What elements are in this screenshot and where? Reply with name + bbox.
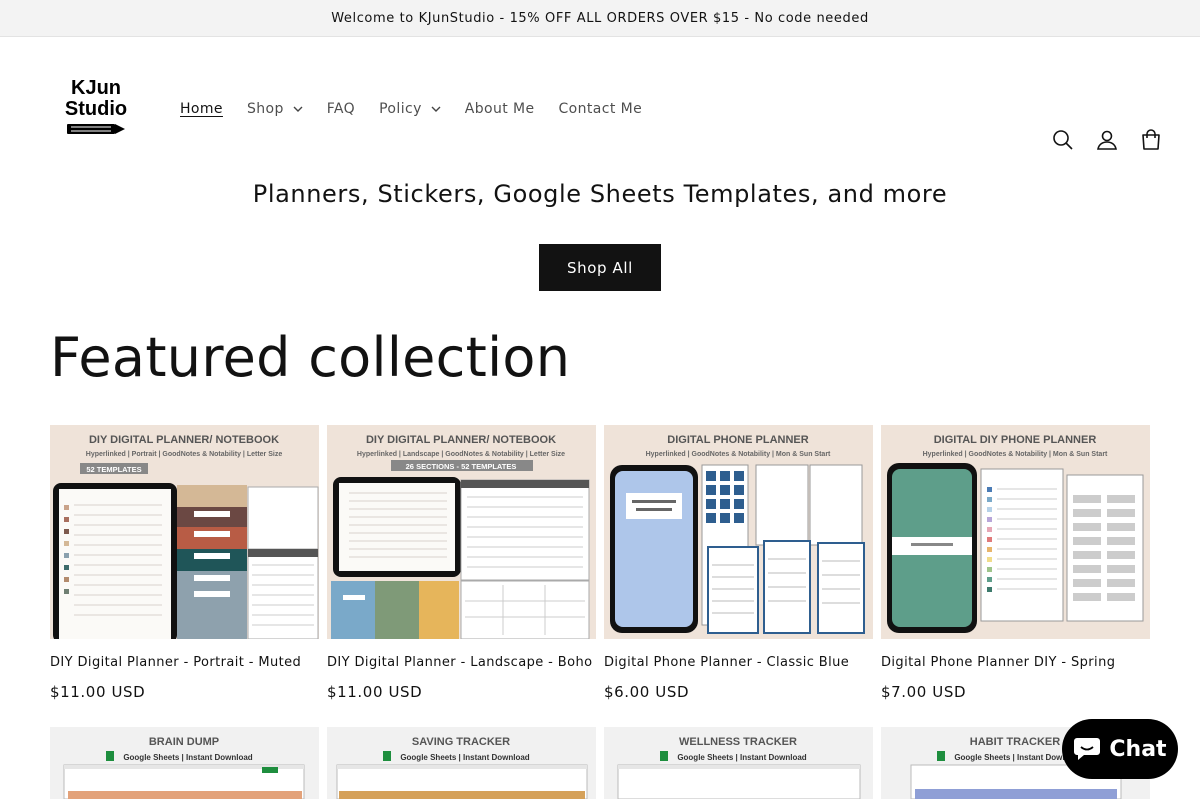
thumb-sub: Google Sheets | Instant Download: [400, 753, 529, 762]
announcement-bar: Welcome to KJunStudio - 15% OFF ALL ORDE…: [0, 0, 1200, 37]
nav-item-policy[interactable]: Policy: [367, 97, 453, 121]
thumb-banner: WELLNESS TRACKER: [679, 736, 797, 748]
chat-button[interactable]: Chat: [1062, 719, 1178, 779]
thumb-sub: Hyperlinked | GoodNotes & Notability | M…: [646, 451, 831, 458]
thumb-banner: DIGITAL DIY PHONE PLANNER: [934, 434, 1097, 446]
product-card[interactable]: DIGITAL PHONE PLANNER Hyperlinked | Good…: [604, 425, 873, 701]
product-image[interactable]: DIY DIGITAL PLANNER/ NOTEBOOK Hyperlinke…: [50, 425, 319, 639]
thumb-sub: Hyperlinked | Portrait | GoodNotes & Not…: [86, 451, 283, 458]
nav-label: About Me: [464, 101, 535, 117]
product-image[interactable]: WELLNESS TRACKER Google Sheets | Instant…: [604, 727, 873, 799]
product-card[interactable]: DIGITAL DIY PHONE PLANNER Hyperlinked | …: [881, 425, 1150, 701]
nav-item-about[interactable]: About Me: [453, 97, 547, 121]
site-header: KJun Studio Home Shop FAQ Policy About M…: [0, 37, 1200, 181]
pencil-icon: [67, 124, 125, 134]
thumb-tag: 26 SECTIONS - 52 TEMPLATES: [406, 462, 517, 471]
product-title[interactable]: Digital Phone Planner - Classic Blue: [604, 655, 873, 670]
logo-line-1: KJun: [71, 77, 121, 99]
product-title[interactable]: DIY Digital Planner - Landscape - Boho: [327, 655, 596, 670]
chevron-down-icon: [293, 106, 303, 112]
product-title[interactable]: DIY Digital Planner - Portrait - Muted: [50, 655, 319, 670]
shop-all-button[interactable]: Shop All: [539, 244, 661, 291]
product-card[interactable]: DIY DIGITAL PLANNER/ NOTEBOOK Hyperlinke…: [327, 425, 596, 701]
nav-item-faq[interactable]: FAQ: [315, 97, 367, 121]
hero-subtitle: Planners, Stickers, Google Sheets Templa…: [252, 180, 948, 208]
product-image[interactable]: DIY DIGITAL PLANNER/ NOTEBOOK Hyperlinke…: [327, 425, 596, 639]
product-price: $7.00 USD: [881, 683, 967, 701]
product-card[interactable]: SAVING TRACKER Google Sheets | Instant D…: [327, 727, 596, 799]
chat-bubble-icon: [1074, 738, 1101, 760]
nav-item-contact[interactable]: Contact Me: [547, 97, 655, 121]
product-card[interactable]: BRAIN DUMP Google Sheets | Instant Downl…: [50, 727, 319, 799]
cart-icon[interactable]: [1136, 125, 1166, 155]
product-card[interactable]: WELLNESS TRACKER Google Sheets | Instant…: [604, 727, 873, 799]
product-title[interactable]: Digital Phone Planner DIY - Spring: [881, 655, 1150, 670]
thumb-banner: DIGITAL PHONE PLANNER: [667, 434, 808, 446]
thumb-sub: Hyperlinked | GoodNotes & Notability | M…: [923, 451, 1108, 458]
logo-line-2: Studio: [64, 98, 128, 120]
product-price: $11.00 USD: [327, 683, 423, 701]
product-image[interactable]: DIGITAL DIY PHONE PLANNER Hyperlinked | …: [881, 425, 1150, 639]
sheets-icon: [106, 751, 114, 761]
product-grid: DIY DIGITAL PLANNER/ NOTEBOOK Hyperlinke…: [50, 425, 1150, 799]
thumb-sub: Google Sheets | Instant Download: [123, 753, 252, 762]
nav-item-home[interactable]: Home: [168, 97, 235, 121]
chevron-down-icon: [431, 106, 441, 112]
thumb-sub: Hyperlinked | Landscape | GoodNotes & No…: [357, 451, 565, 458]
nav-item-shop[interactable]: Shop: [235, 97, 315, 121]
product-price: $11.00 USD: [50, 683, 146, 701]
chat-label: Chat: [1109, 736, 1167, 762]
nav-label: Home: [180, 101, 223, 117]
nav-label: Policy: [379, 101, 422, 117]
featured-collection-title: Featured collection: [50, 326, 571, 389]
main-nav: Home Shop FAQ Policy About Me Contact Me: [168, 97, 654, 121]
nav-label: Shop: [246, 101, 284, 117]
product-card[interactable]: DIY DIGITAL PLANNER/ NOTEBOOK Hyperlinke…: [50, 425, 319, 701]
search-icon[interactable]: [1048, 125, 1078, 155]
thumb-banner: HABIT TRACKER: [970, 736, 1060, 748]
account-icon[interactable]: [1092, 125, 1122, 155]
thumb-banner: BRAIN DUMP: [149, 736, 219, 748]
product-image[interactable]: SAVING TRACKER Google Sheets | Instant D…: [327, 727, 596, 799]
nav-label: FAQ: [326, 101, 356, 117]
product-price: $6.00 USD: [604, 683, 690, 701]
logo[interactable]: KJun Studio: [60, 78, 132, 136]
thumb-banner: DIY DIGITAL PLANNER/ NOTEBOOK: [89, 434, 279, 446]
thumb-sub: Google Sheets | Instant Download: [677, 753, 806, 762]
thumb-banner: DIY DIGITAL PLANNER/ NOTEBOOK: [366, 434, 556, 446]
product-image[interactable]: BRAIN DUMP Google Sheets | Instant Downl…: [50, 727, 319, 799]
product-image[interactable]: DIGITAL PHONE PLANNER Hyperlinked | Good…: [604, 425, 873, 639]
thumb-banner: SAVING TRACKER: [412, 736, 510, 748]
thumb-tag: 52 TEMPLATES: [86, 465, 141, 474]
announcement-text: Welcome to KJunStudio - 15% OFF ALL ORDE…: [331, 10, 869, 26]
header-icons: [1048, 125, 1166, 155]
nav-label: Contact Me: [558, 101, 643, 117]
